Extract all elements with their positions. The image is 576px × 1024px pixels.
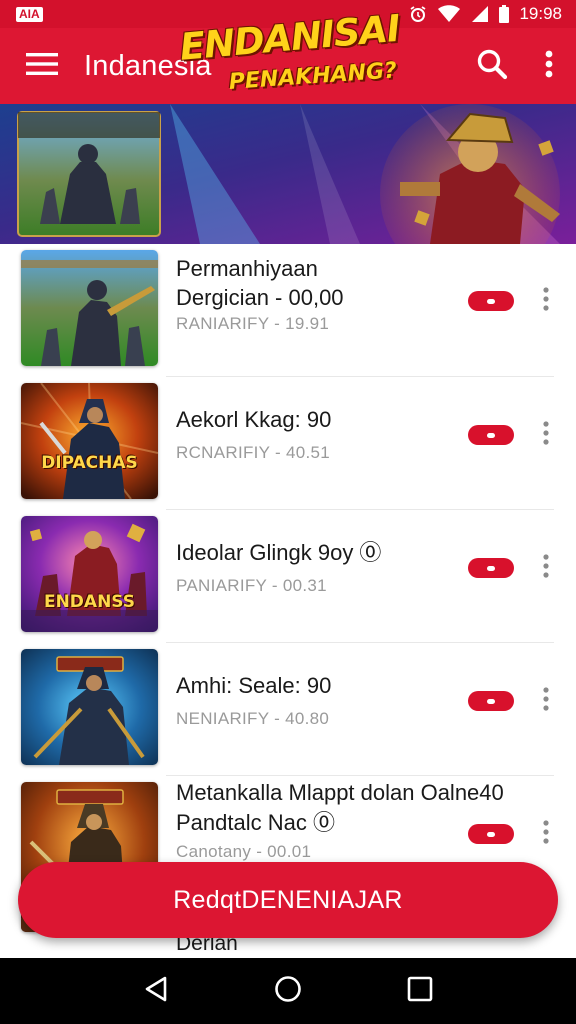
nav-back-icon [143,975,169,1008]
nav-recents-button[interactable] [390,961,450,1021]
item-title: Amhi: Seale: 90 [176,673,332,698]
item-more-button[interactable] [535,819,557,849]
item-action-button[interactable] [468,291,514,311]
nav-back-button[interactable] [126,961,186,1021]
item-title: Metankalla Mlappt dolan Oalne40 Pandtalc… [176,780,504,835]
item-title: Permanhiyaan Dergician - 00,00 [176,256,344,310]
list-item[interactable]: DIPACHAS Aekorl Kkag: 90 RCNARIFIY - 40.… [0,377,576,510]
item-more-button[interactable] [535,420,557,450]
item-more-button[interactable] [535,553,557,583]
promo-banner[interactable] [0,104,576,244]
app-screen: AIA 19:98 Indanesia ENDANISAI PENAKHANG?… [0,0,576,1024]
more-vert-icon [545,50,553,83]
more-vert-icon [543,686,549,716]
item-thumbnail: ENDANSS [21,516,158,632]
more-vert-icon [543,286,549,316]
status-bar: AIA 19:98 [0,0,576,28]
more-vert-icon [543,420,549,450]
item-meta: PANIARIFY - 00.31 [176,576,327,595]
app-bar: Indanesia [0,28,576,104]
more-vert-icon [543,819,549,849]
pill-indicator [487,298,495,304]
item-title: Aekorl Kkag: 90 [176,407,332,432]
system-nav-bar [0,958,576,1024]
item-meta: RANIARIFY - 19.91 [176,314,330,333]
status-right: 19:98 [409,4,562,24]
item-meta: Canotany - 00.01 [176,842,312,861]
item-meta: RCNARIFIY - 40.51 [176,443,331,462]
item-more-button[interactable] [535,286,557,316]
alarm-icon [409,5,427,23]
wifi-icon [437,5,461,23]
primary-action-button[interactable]: RedqtDENENIAJAR [18,862,558,938]
thumbnail-caption: DIPACHAS [41,453,138,473]
search-icon [476,48,508,85]
hamburger-menu-button[interactable] [0,28,84,104]
item-action-button[interactable] [468,691,514,711]
status-left: AIA [16,6,43,22]
signal-icon [471,5,489,23]
more-options-button[interactable] [522,28,576,104]
nav-home-button[interactable] [258,961,318,1021]
hamburger-menu-icon [26,52,58,81]
item-thumbnail [21,649,158,765]
item-action-button[interactable] [468,425,514,445]
item-thumbnail [21,250,158,366]
nav-home-icon [274,975,302,1008]
pill-indicator [487,432,495,438]
game-list: Permanhiyaan Dergician - 00,00 RANIARIFY… [0,244,576,946]
list-item[interactable]: Permanhiyaan Dergician - 00,00 RANIARIFY… [0,244,576,377]
more-vert-icon [543,553,549,583]
item-more-button[interactable] [535,686,557,716]
item-meta: NENIARIFY - 40.80 [176,709,330,728]
item-title: Ideolar Glingk 9oy ⓪ [176,540,382,565]
banner-artwork [0,104,576,244]
status-time: 19:98 [519,4,562,23]
item-thumbnail: DIPACHAS [21,383,158,499]
list-item[interactable]: Amhi: Seale: 90 NENIARIFY - 40.80 [0,643,576,776]
pill-indicator [487,698,495,704]
item-action-button[interactable] [468,558,514,578]
item-action-button[interactable] [468,824,514,844]
pill-indicator [487,565,495,571]
notification-app-badge: AIA [16,6,43,22]
pill-indicator [487,831,495,837]
nav-recents-icon [407,976,433,1007]
app-title: Indanesia [84,49,212,82]
battery-icon [499,5,510,23]
thumbnail-caption: ENDANSS [43,592,136,612]
search-button[interactable] [462,28,522,104]
list-item[interactable]: ENDANSS Ideolar Glingk 9oy ⓪ PANIARIFY -… [0,510,576,643]
